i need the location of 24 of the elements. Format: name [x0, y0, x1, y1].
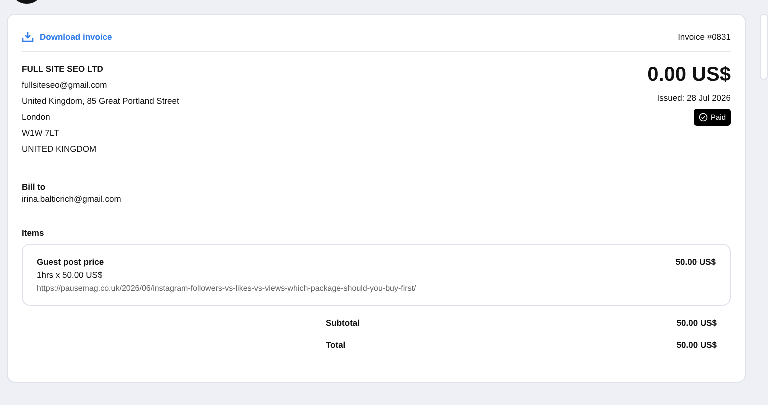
- check-circle-icon: [698, 113, 708, 122]
- download-invoice-link[interactable]: Download invoice: [22, 31, 112, 43]
- total-value: 50.00 US$: [676, 318, 717, 328]
- invoice-number: Invoice #0831: [678, 32, 731, 42]
- invoice-amount: 0.00 US$: [648, 64, 731, 87]
- side-panel: [760, 14, 768, 80]
- items-heading: Items: [22, 228, 46, 238]
- seller-address-line: W1W 7LT: [22, 128, 60, 138]
- seller-address-line: fullsiteseo@gmail.com: [22, 80, 108, 90]
- bill-to-email: irina.balticrich@gmail.com: [22, 194, 122, 204]
- seller-address-line: UNITED KINGDOM: [22, 144, 98, 154]
- item-url: https://pausemag.co.uk/2026/06/instagram-followers-vs-likes-vs-views-which-package-should-you-buy-first/: [37, 284, 416, 293]
- seller-address-line: London: [22, 112, 52, 122]
- bill-to-heading: Bill to: [22, 182, 47, 192]
- item-price: 50.00 US$: [676, 257, 716, 269]
- download-icon: [22, 31, 34, 43]
- item-title: Guest post price: [37, 257, 106, 267]
- total-label: Total: [326, 340, 346, 350]
- seller-name: FULL SITE SEO LTD: [22, 64, 104, 74]
- total-label: Subtotal: [326, 318, 360, 328]
- issue-date: Issued: 28 Jul 2026: [657, 93, 731, 103]
- seller-address-line: United Kingdom, 85 Great Portland Street: [22, 96, 180, 106]
- total-value: 50.00 US$: [676, 340, 717, 350]
- item-quantity: 1hrs x 50.00 US$: [37, 270, 104, 280]
